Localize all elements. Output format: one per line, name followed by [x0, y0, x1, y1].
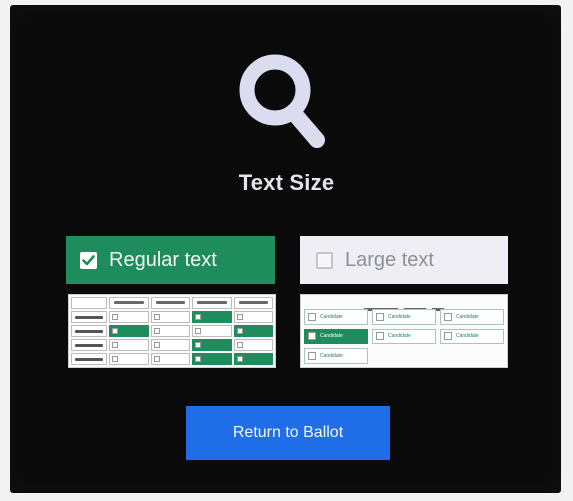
preview-cell	[150, 311, 190, 323]
preview-candidate: Candidate	[372, 328, 436, 345]
preview-cell	[150, 325, 190, 337]
preview-cell	[233, 325, 273, 337]
preview-cell	[71, 353, 107, 365]
preview-cell	[71, 311, 107, 323]
regular-text-label: Regular text	[109, 248, 217, 271]
preview-cell	[150, 353, 190, 365]
preview-candidate: Candidate	[440, 328, 504, 345]
preview-candidate: Candidate	[304, 328, 368, 345]
preview-cell	[233, 353, 273, 365]
large-text-option[interactable]: Large text	[300, 236, 508, 284]
preview-cell	[71, 297, 107, 309]
return-to-ballot-button[interactable]: Return to Ballot	[186, 406, 390, 460]
preview-candidate: Candidate	[440, 309, 504, 325]
preview-cell	[233, 339, 273, 351]
preview-cell	[109, 353, 149, 365]
preview-cell	[71, 339, 107, 351]
magnifier-icon	[239, 54, 325, 148]
preview-cell	[150, 297, 190, 309]
preview-cell	[192, 297, 232, 309]
preview-cell	[233, 297, 273, 309]
preview-cell	[233, 311, 273, 323]
checkbox-unchecked-icon	[316, 251, 333, 269]
preview-candidate: Candidate	[304, 348, 368, 364]
preview-cell	[192, 311, 232, 323]
large-text-label: Large text	[345, 248, 434, 271]
regular-text-option[interactable]: Regular text	[66, 236, 275, 284]
preview-cell	[192, 325, 232, 337]
preview-cell	[109, 339, 149, 351]
regular-text-preview	[68, 294, 276, 368]
large-text-preview: Candidate Candidate Candidate Candidate …	[300, 294, 508, 368]
checkbox-checked-icon	[80, 251, 97, 269]
preview-cell	[192, 339, 232, 351]
preview-cell	[109, 297, 149, 309]
preview-cell	[109, 325, 149, 337]
preview-cell	[192, 353, 232, 365]
preview-cell	[109, 311, 149, 323]
preview-cell	[150, 339, 190, 351]
preview-candidate: Candidate	[304, 309, 368, 325]
page-title: Text Size	[238, 170, 335, 195]
preview-cell	[71, 325, 107, 337]
preview-candidate: Candidate	[372, 309, 436, 325]
